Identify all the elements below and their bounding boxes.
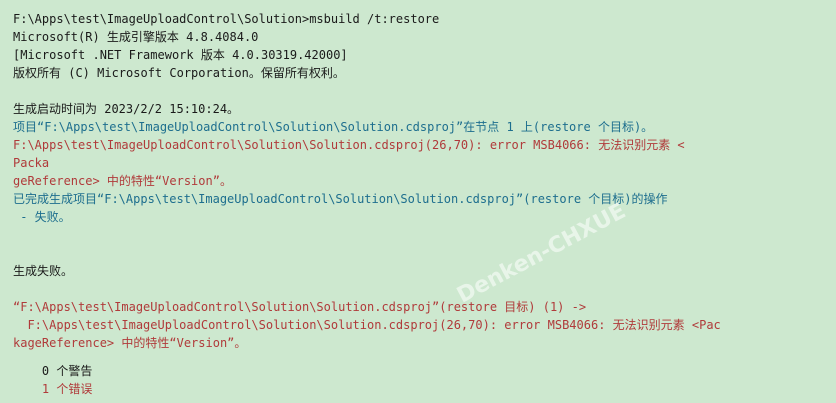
project-done-line: 已完成生成项目“F:\Apps\test\ImageUploadControl\…: [13, 192, 668, 206]
summary-project-line: “F:\Apps\test\ImageUploadControl\Solutio…: [13, 300, 587, 314]
summary-error-line: F:\Apps\test\ImageUploadControl\Solution…: [13, 318, 721, 332]
project-start-line: 项目“F:\Apps\test\ImageUploadControl\Solut…: [13, 120, 654, 134]
framework-version-line: [Microsoft .NET Framework 版本 4.0.30319.4…: [13, 48, 348, 62]
error-line: F:\Apps\test\ImageUploadControl\Solution…: [13, 138, 685, 152]
build-start-line: 生成启动时间为 2023/2/2 15:10:24。: [13, 102, 240, 116]
command-line: F:\Apps\test\ImageUploadControl\Solution…: [13, 12, 440, 26]
error-line-wrap: Packa: [13, 156, 50, 170]
warning-count-line: 0 个警告: [13, 364, 93, 378]
build-failed-line: 生成失败。: [13, 264, 74, 278]
copyright-line: 版权所有 (C) Microsoft Corporation。保留所有权利。: [13, 66, 345, 80]
error-count-line: 1 个错误: [13, 382, 93, 396]
project-done-line-wrap: - 失败。: [13, 210, 71, 224]
msbuild-version-line: Microsoft(R) 生成引擎版本 4.8.4084.0: [13, 30, 259, 44]
summary-error-line-wrap: kageReference> 中的特性“Version”。: [13, 336, 247, 350]
error-line-wrap: geReference> 中的特性“Version”。: [13, 174, 232, 188]
console-window[interactable]: F:\Apps\test\ImageUploadControl\Solution…: [0, 0, 836, 403]
